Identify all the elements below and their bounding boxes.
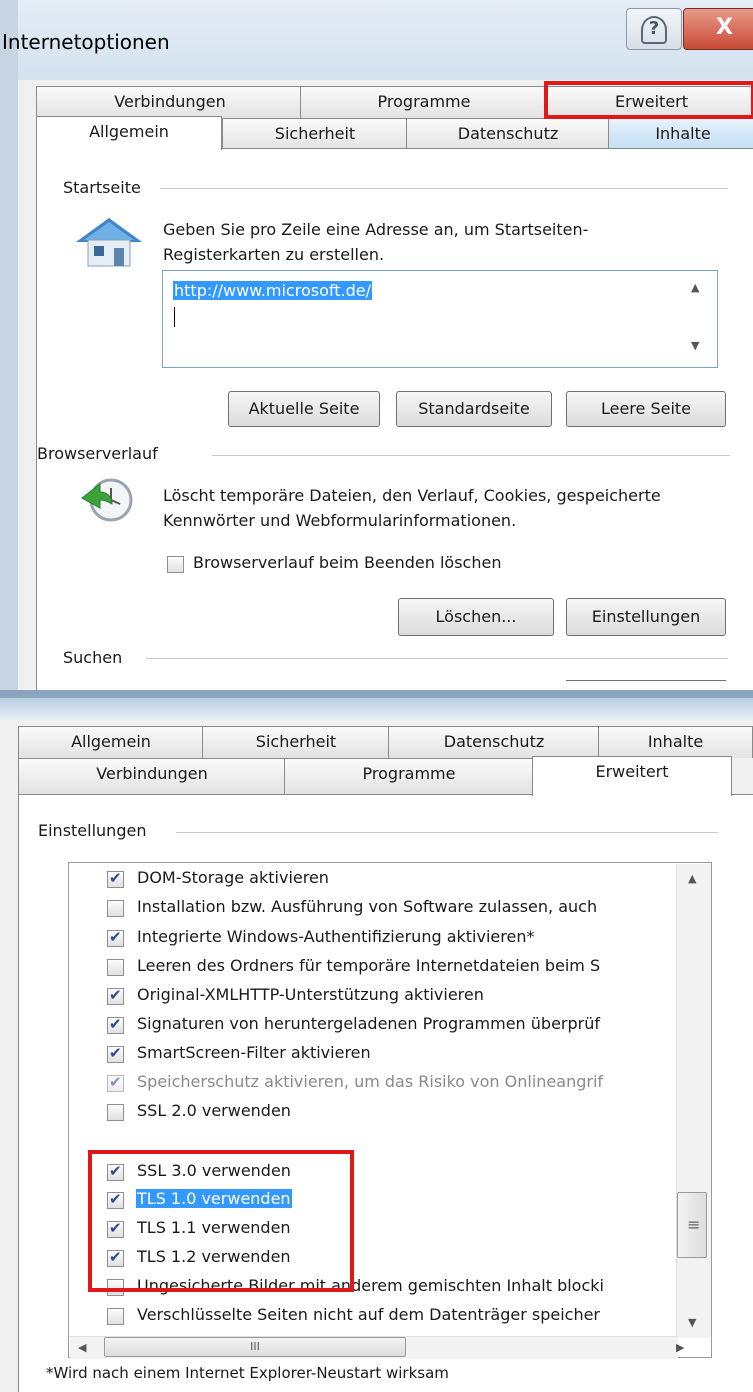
highlight-box-erweitert-tab xyxy=(544,81,753,119)
tab-verbindungen[interactable]: Verbindungen xyxy=(18,758,286,794)
delete-history-on-exit-label: Browserverlauf beim Beenden löschen xyxy=(193,553,502,572)
delete-history-button[interactable]: Löschen... xyxy=(398,598,554,636)
setting-checkbox-empty-temp-folder[interactable] xyxy=(107,959,124,976)
current-page-button[interactable]: Aktuelle Seite xyxy=(228,391,380,427)
homepage-url-textarea[interactable]: http://www.microsoft.de/ ▲ ▼ xyxy=(162,270,718,368)
group-label-browserverlauf: Browserverlauf xyxy=(37,444,166,463)
tab-datenschutz[interactable]: Datenschutz xyxy=(406,118,610,150)
window-frame xyxy=(0,0,18,690)
group-label-suchen: Suchen xyxy=(63,648,131,667)
tab-programme[interactable]: Programme xyxy=(300,86,548,118)
history-settings-button[interactable]: Einstellungen xyxy=(566,598,726,636)
search-settings-button-edge[interactable] xyxy=(566,680,726,681)
group-divider xyxy=(212,455,730,456)
title-bar-fragment xyxy=(0,698,753,720)
scroll-down-arrow-icon[interactable]: ▼ xyxy=(688,1316,696,1329)
startseite-description-line-2: Registerkarten zu erstellen. xyxy=(163,245,385,264)
setting-checkbox-memory-protection xyxy=(107,1073,124,1092)
history-clock-icon xyxy=(81,478,133,522)
tab-inhalte[interactable]: Inhalte xyxy=(598,726,753,758)
highlight-box-ssl-tls xyxy=(88,1150,354,1292)
tab-allgemein[interactable]: Allgemein xyxy=(36,116,222,150)
setting-checkbox-software-install[interactable] xyxy=(107,900,124,917)
tab-verbindungen[interactable]: Verbindungen xyxy=(36,86,304,118)
setting-label: SmartScreen-Filter aktivieren xyxy=(137,1043,371,1062)
tab-programme[interactable]: Programme xyxy=(284,758,534,794)
scroll-left-arrow-icon[interactable]: ◀ xyxy=(78,1341,86,1354)
scroll-down-arrow-icon[interactable]: ▼ xyxy=(691,339,699,352)
help-button[interactable]: ? xyxy=(626,8,682,50)
dialog-title: Internetoptionen xyxy=(2,30,170,54)
setting-label: Original-XMLHTTP-Unterstützung aktiviere… xyxy=(137,985,484,1004)
grip-icon: ≡ xyxy=(687,1215,701,1234)
home-icon xyxy=(76,218,142,267)
setting-label: SSL 2.0 verwenden xyxy=(137,1101,291,1120)
horizontal-scrollbar-thumb[interactable]: III xyxy=(104,1337,406,1357)
setting-label: Integrierte Windows-Authentifizierung ak… xyxy=(137,927,535,946)
scroll-up-arrow-icon[interactable]: ▲ xyxy=(691,281,699,294)
setting-label: Verschlüsselte Seiten nicht auf dem Date… xyxy=(137,1305,600,1324)
homepage-url-value: http://www.microsoft.de/ xyxy=(173,281,372,300)
text-caret xyxy=(174,307,175,327)
tab-inhalte[interactable]: Inhalte xyxy=(608,118,753,150)
setting-checkbox-ssl-2[interactable] xyxy=(107,1104,124,1121)
delete-history-on-exit-checkbox[interactable] xyxy=(167,556,184,573)
setting-checkbox-check-signatures[interactable] xyxy=(107,1015,124,1034)
close-button[interactable]: X xyxy=(683,8,753,50)
setting-checkbox-smartscreen[interactable] xyxy=(107,1044,124,1063)
setting-label: Installation bzw. Ausführung von Softwar… xyxy=(137,897,598,916)
group-divider xyxy=(146,658,728,659)
blank-page-button[interactable]: Leere Seite xyxy=(566,391,726,427)
setting-label: Speicherschutz aktivieren, um das Risiko… xyxy=(137,1072,604,1091)
tab-datenschutz[interactable]: Datenschutz xyxy=(388,726,600,758)
tab-sicherheit[interactable]: Sicherheit xyxy=(222,118,408,150)
default-page-button[interactable]: Standardseite xyxy=(396,391,552,427)
group-label-startseite: Startseite xyxy=(63,178,149,197)
setting-checkbox-no-save-encrypted[interactable] xyxy=(107,1308,124,1325)
history-description-line-2: Kennwörter und Webformularinformationen. xyxy=(163,511,517,530)
scroll-right-arrow-icon[interactable]: ▶ xyxy=(676,1341,684,1354)
restart-footnote: *Wird nach einem Internet Explorer-Neust… xyxy=(46,1364,449,1382)
tab-allgemein[interactable]: Allgemein xyxy=(18,726,204,758)
setting-checkbox-dom-storage[interactable] xyxy=(107,869,124,888)
startseite-description-line-1: Geben Sie pro Zeile eine Adresse an, um … xyxy=(163,220,589,239)
tab-sicherheit[interactable]: Sicherheit xyxy=(202,726,390,758)
scroll-up-arrow-icon[interactable]: ▲ xyxy=(688,872,696,885)
history-description-line-1: Löscht temporäre Dateien, den Verlauf, C… xyxy=(163,486,661,505)
setting-label: DOM-Storage aktivieren xyxy=(137,868,329,887)
setting-label: Leeren des Ordners für temporäre Interne… xyxy=(137,956,601,975)
group-divider xyxy=(176,832,718,833)
panel-separator xyxy=(0,690,753,698)
group-label-einstellungen: Einstellungen xyxy=(38,821,155,840)
vertical-scrollbar-thumb[interactable]: ≡ xyxy=(677,1192,707,1258)
setting-label: Signaturen von heruntergeladenen Program… xyxy=(137,1014,601,1033)
setting-checkbox-windows-auth[interactable] xyxy=(107,928,124,947)
tab-erweitert[interactable]: Erweitert xyxy=(532,756,732,796)
vertical-scrollbar[interactable] xyxy=(676,864,711,1338)
group-divider xyxy=(160,188,728,189)
setting-checkbox-native-xmlhttp[interactable] xyxy=(107,986,124,1005)
help-icon: ? xyxy=(641,16,667,44)
